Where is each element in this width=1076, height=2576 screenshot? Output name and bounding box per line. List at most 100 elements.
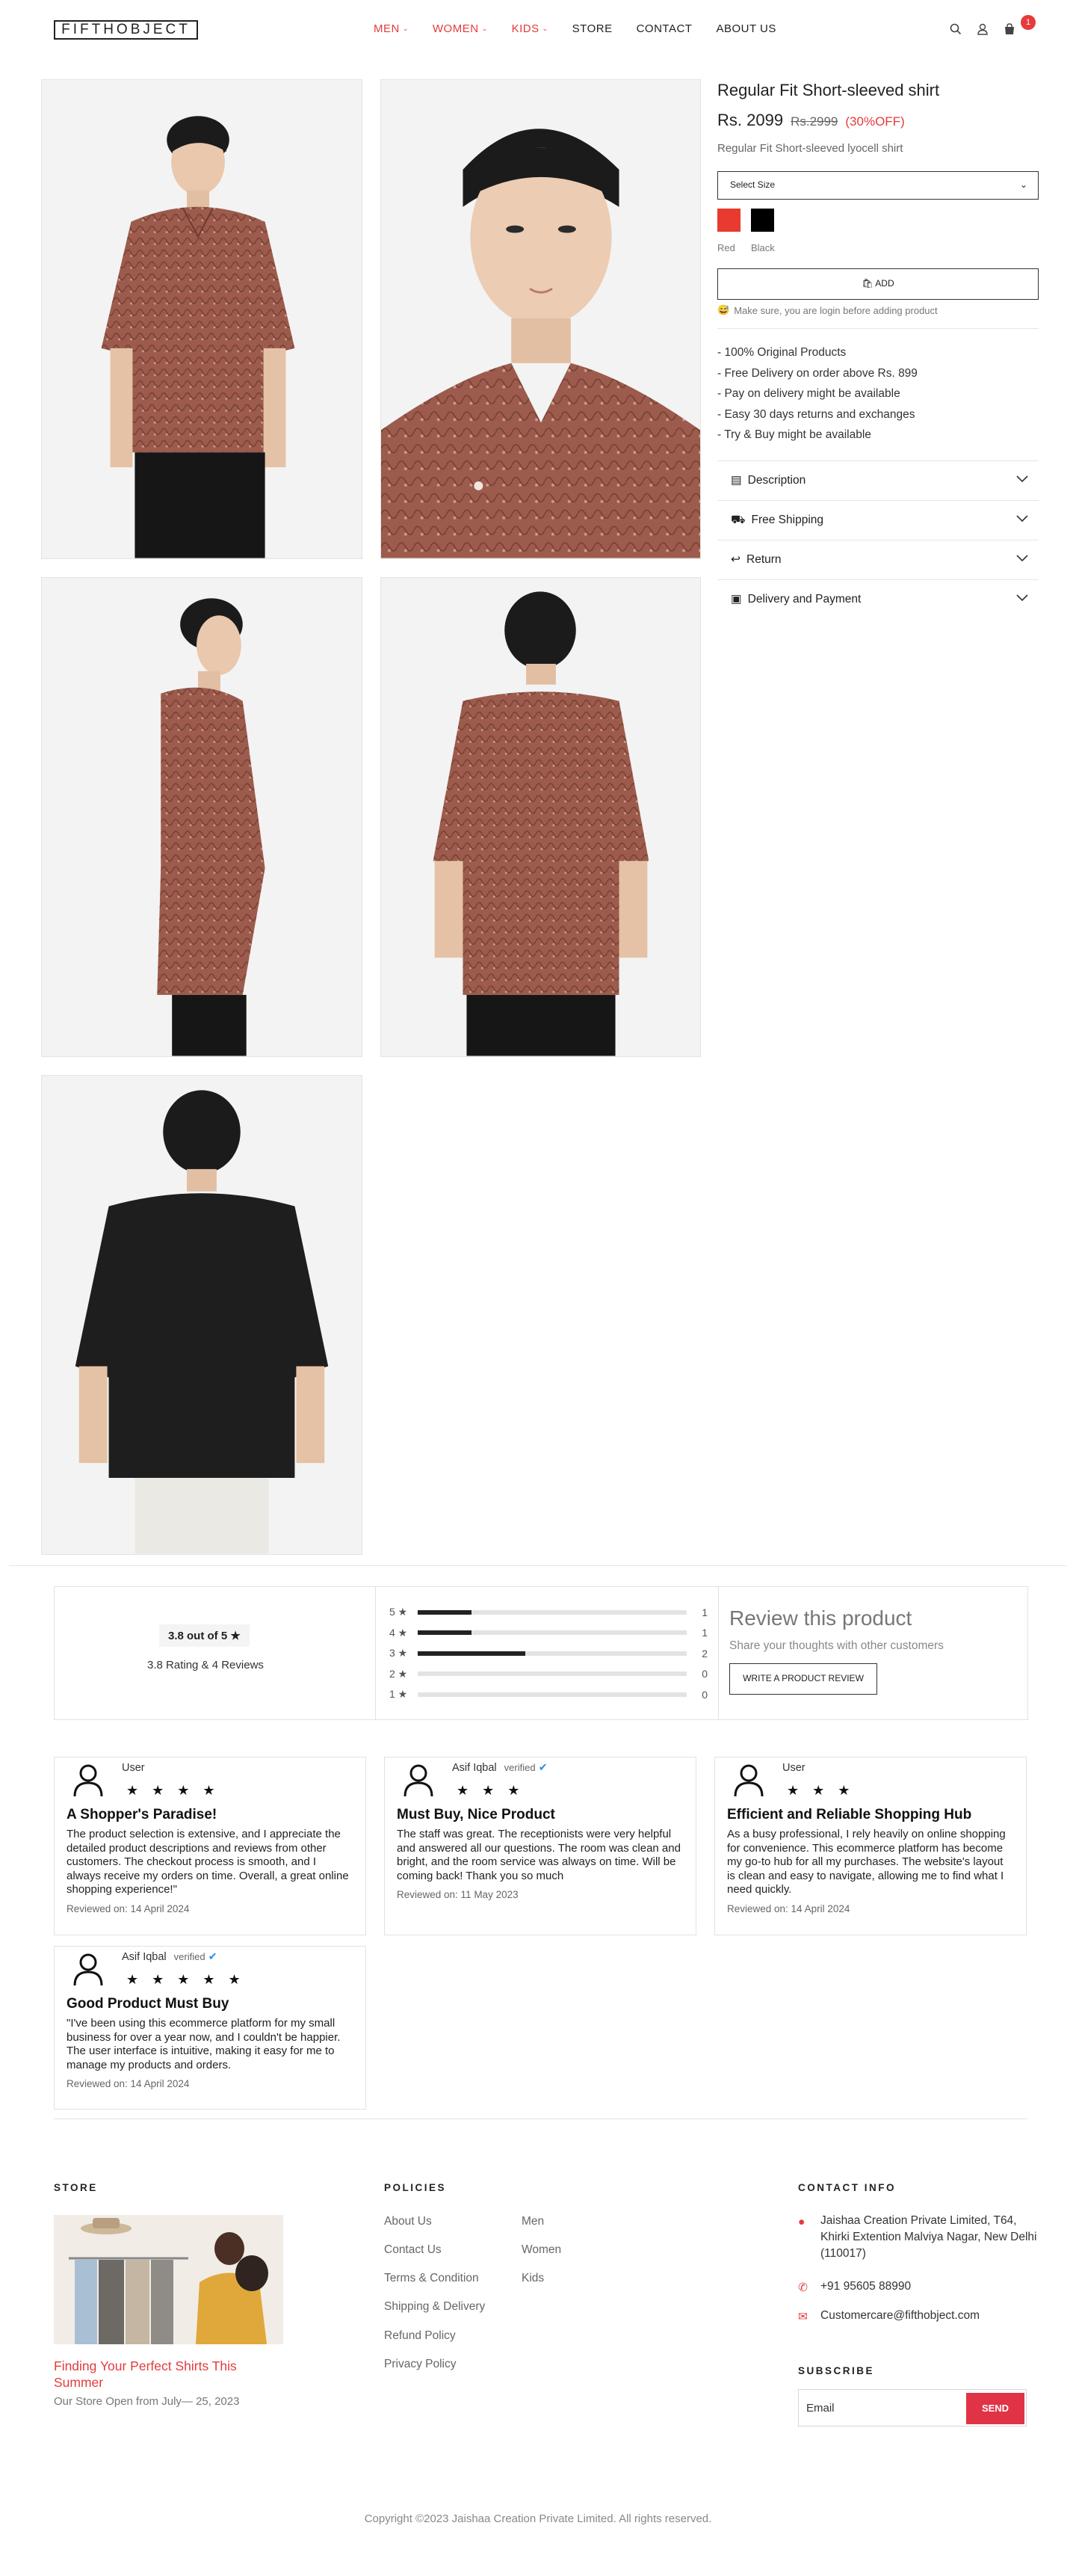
size-select-label: Select Size bbox=[730, 179, 776, 190]
ratings-summary: 3.8 out of 5 ★ 3.8 Rating & 4 Reviews 5 … bbox=[54, 1586, 1028, 1720]
feature-item: - Easy 30 days returns and exchanges bbox=[717, 407, 915, 421]
header-icons bbox=[949, 22, 1016, 36]
review-card: User ★★★ Efficient and Reliable Shopping… bbox=[714, 1757, 1027, 1935]
store-clothing-rack-illustration bbox=[54, 2215, 283, 2344]
model-closeup-illustration bbox=[381, 80, 700, 558]
rating-bar-fill bbox=[418, 1609, 471, 1615]
accordion-label: Free Shipping bbox=[751, 513, 824, 526]
write-review-button[interactable]: WRITE A PRODUCT REVIEW bbox=[729, 1663, 877, 1695]
review-text: The staff was great. The receptionists w… bbox=[397, 1828, 681, 1882]
accordion-description[interactable]: ▤ Description bbox=[717, 460, 1039, 500]
model-front-illustration bbox=[42, 80, 362, 558]
avatar-icon bbox=[734, 1764, 764, 1796]
nav-about[interactable]: ABOUT US bbox=[716, 22, 776, 35]
accordion-label: Description bbox=[747, 473, 806, 487]
store-open-date: Our Store Open from July— 25, 2023 bbox=[54, 2395, 240, 2408]
rating-bar-track bbox=[418, 1671, 687, 1677]
nav-men[interactable]: MEN ⌄ bbox=[374, 22, 409, 35]
divider bbox=[717, 328, 1039, 329]
product-image-front[interactable] bbox=[41, 79, 362, 559]
reviewer-name: Asif Iqbal verified ✔ bbox=[122, 1951, 217, 1963]
product-image-black-variant[interactable] bbox=[41, 1075, 362, 1555]
footer-link-refund[interactable]: Refund Policy bbox=[384, 2329, 456, 2343]
footer-phone[interactable]: ✆ +91 95605 88990 bbox=[798, 2278, 1037, 2295]
feature-item: - Try & Buy might be available bbox=[717, 428, 871, 441]
rating-distribution: 5 ★ 1 4 ★ 1 3 ★ 2 2 ★ 0 1 ★ 0 bbox=[389, 1602, 711, 1705]
cart-count-badge: 1 bbox=[1021, 15, 1036, 30]
rating-bar-label: 1 ★ bbox=[389, 1688, 408, 1701]
rating-bar-track bbox=[418, 1630, 687, 1636]
review-stars: ★★★ bbox=[787, 1783, 864, 1798]
cart-icon[interactable] bbox=[1003, 22, 1016, 36]
shirt-icon: ▤ bbox=[731, 474, 742, 487]
footer-link-kids[interactable]: Kids bbox=[522, 2272, 544, 2285]
nav-about-label: ABOUT US bbox=[716, 22, 776, 35]
box-icon: ▣ bbox=[731, 593, 742, 606]
rating-bar-count: 1 bbox=[702, 1606, 708, 1618]
color-swatch-red[interactable] bbox=[717, 209, 740, 232]
add-button-label: ADD bbox=[875, 278, 894, 289]
nav-store-label: STORE bbox=[572, 22, 613, 35]
footer-link-men[interactable]: Men bbox=[522, 2215, 544, 2228]
color-label-black: Black bbox=[751, 242, 775, 253]
rating-bar-label: 5 ★ bbox=[389, 1606, 408, 1618]
nav-contact[interactable]: CONTACT bbox=[637, 22, 693, 35]
accordion-return[interactable]: ↩ Return bbox=[717, 539, 1039, 579]
address-text: Jaishaa Creation Private Limited, T64, K… bbox=[820, 2214, 1037, 2260]
review-card: User ★★★★ A Shopper's Paradise! The prod… bbox=[54, 1757, 366, 1935]
reviewer-name: User bbox=[122, 1762, 145, 1774]
footer-link-privacy[interactable]: Privacy Policy bbox=[384, 2358, 456, 2371]
color-swatch-black[interactable] bbox=[751, 209, 774, 232]
add-to-cart-button[interactable]: 🛍 ADD bbox=[717, 268, 1039, 300]
rating-bar-count: 0 bbox=[702, 1668, 708, 1680]
return-icon: ↩ bbox=[731, 553, 740, 566]
avatar-icon bbox=[73, 1953, 103, 1985]
chevron-down-icon bbox=[1016, 552, 1028, 566]
product-image-closeup[interactable] bbox=[380, 79, 701, 559]
footer-email[interactable]: ✉ Customercare@fifthobject.com bbox=[798, 2308, 1037, 2324]
nav-women[interactable]: WOMEN ⌄ bbox=[433, 22, 488, 35]
footer-link-terms[interactable]: Terms & Condition bbox=[384, 2272, 479, 2285]
review-stars: ★★★ bbox=[457, 1783, 534, 1798]
subscribe-email-input[interactable] bbox=[806, 2390, 956, 2426]
rating-summary-text: 3.8 Rating & 4 Reviews bbox=[147, 1659, 264, 1671]
send-button[interactable]: SEND bbox=[966, 2393, 1024, 2424]
reviewer-name-text: Asif Iqbal bbox=[122, 1951, 167, 1963]
product-accordion: ▤ Description ⛟ Free Shipping ↩ Return ▣… bbox=[717, 460, 1039, 619]
review-cta-title: Review this product bbox=[729, 1606, 912, 1630]
nav-men-label: MEN bbox=[374, 22, 400, 35]
feature-item: - Pay on delivery might be available bbox=[717, 387, 900, 400]
review-date: Reviewed on: 14 April 2024 bbox=[727, 1902, 850, 1914]
accordion-free-shipping[interactable]: ⛟ Free Shipping bbox=[717, 499, 1039, 540]
verified-check-icon: ✔ bbox=[538, 1762, 548, 1774]
nav-store[interactable]: STORE bbox=[572, 22, 613, 35]
phone-icon: ✆ bbox=[798, 2281, 808, 2294]
store-image[interactable] bbox=[54, 2215, 283, 2344]
accordion-label: Delivery and Payment bbox=[747, 592, 862, 606]
rating-bar-track bbox=[418, 1609, 687, 1615]
footer-link-women[interactable]: Women bbox=[522, 2243, 561, 2257]
color-swatches bbox=[717, 209, 1039, 232]
footer-link-about[interactable]: About Us bbox=[384, 2215, 432, 2228]
model-black-shirt-illustration bbox=[42, 1076, 362, 1554]
user-icon[interactable] bbox=[976, 22, 989, 36]
main-nav: MEN ⌄ WOMEN ⌄ KIDS ⌄ STORE CONTACT ABOUT US bbox=[374, 22, 800, 35]
rating-score-panel: 3.8 out of 5 ★ 3.8 Rating & 4 Reviews bbox=[55, 1587, 376, 1719]
phone-text: +91 95605 88990 bbox=[820, 2280, 912, 2293]
footer-link-contact[interactable]: Contact Us bbox=[384, 2243, 442, 2257]
product-image-side[interactable] bbox=[41, 577, 362, 1057]
model-side-illustration bbox=[42, 578, 362, 1056]
store-promo-title[interactable]: Finding Your Perfect Shirts This Summer bbox=[54, 2358, 278, 2391]
product-image-back[interactable] bbox=[380, 577, 701, 1057]
logo[interactable]: FIFTHOBJECT bbox=[54, 20, 198, 40]
accordion-delivery-payment[interactable]: ▣ Delivery and Payment bbox=[717, 579, 1039, 619]
email-text: Customercare@fifthobject.com bbox=[820, 2309, 980, 2322]
emoji-icon: 😅 bbox=[717, 304, 730, 315]
login-note-text: Make sure, you are login before adding p… bbox=[734, 304, 938, 316]
color-label-red: Red bbox=[717, 242, 735, 253]
footer-link-shipping[interactable]: Shipping & Delivery bbox=[384, 2300, 485, 2314]
rating-score: 3.8 out of 5 ★ bbox=[159, 1624, 250, 1647]
search-icon[interactable] bbox=[949, 22, 962, 36]
nav-kids[interactable]: KIDS ⌄ bbox=[512, 22, 548, 35]
size-select[interactable]: Select Size ⌄ bbox=[717, 171, 1039, 200]
